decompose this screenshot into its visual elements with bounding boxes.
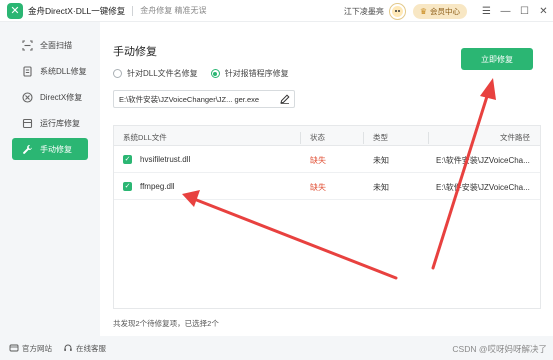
app-subtitle: 金舟修复 精准无误 (140, 6, 207, 15)
close-button[interactable]: ✕ (534, 0, 553, 22)
column-header-status: 状态 (310, 133, 325, 142)
repair-mode-radio-group: 针对DLL文件名修复 针对报错程序修复 (113, 68, 302, 79)
radio-by-error-program[interactable]: 针对报错程序修复 (210, 68, 289, 79)
radio-label: 针对报错程序修复 (224, 69, 289, 78)
dll-file-name: hvsifiletrust.dll (140, 155, 191, 164)
title-divider (132, 5, 134, 16)
program-path-field[interactable]: E:\软件安装\JZVoiceChanger\JZ... ger.exe (113, 90, 295, 108)
column-divider (300, 132, 301, 144)
username[interactable]: 江下凌墨亮 (344, 6, 384, 17)
radio-checked-icon (210, 69, 220, 78)
menu-button[interactable]: ☰ (477, 0, 496, 22)
official-website-label: 官方网站 (22, 343, 52, 353)
scan-icon (22, 39, 33, 51)
sidebar-item-runtime[interactable]: 运行库修复 (12, 112, 88, 134)
vip-center-button[interactable]: ♛ 会员中心 (412, 3, 467, 19)
app-logo-icon: ✕ (7, 2, 23, 19)
website-icon (9, 343, 19, 353)
sidebar-item-label: 全面扫描 (40, 40, 72, 50)
dll-table: 系统DLL文件 状态 类型 文件路径 ✓ hvsifiletrust.dll 缺… (113, 125, 541, 309)
sidebar-item-system-dll[interactable]: 系统DLL修复 (12, 60, 88, 82)
runtime-library-icon (22, 118, 33, 129)
page-title: 手动修复 (113, 46, 157, 58)
online-support-link[interactable]: 在线客服 (63, 343, 106, 354)
selection-summary: 共发现2个待修复项，已选择2个 (113, 319, 219, 328)
titlebar-right: 江下凌墨亮 ♛ 会员中心 ☰ — ☐ ✕ (344, 0, 553, 22)
column-header-type: 类型 (373, 133, 388, 142)
sidebar-item-label: DirectX修复 (40, 92, 83, 102)
title-bar: ✕ 金舟DirectX·DLL一键修复 金舟修复 精准无误 江下凌墨亮 ♛ 会员… (0, 0, 553, 22)
checkbox-checked-icon[interactable]: ✓ (123, 155, 132, 164)
app-title: 金舟DirectX·DLL一键修复 (28, 5, 126, 16)
vip-center-label: 会员中心 (430, 6, 460, 16)
program-path-value: E:\软件安装\JZVoiceChanger\JZ... ger.exe (119, 94, 260, 104)
status-badge: 缺失 (310, 156, 326, 165)
dll-type: 未知 (373, 183, 389, 192)
bottom-bar: 官方网站 在线客服 CSDN @哎呀妈呀解决了 (0, 336, 553, 360)
sidebar-item-label: 运行库修复 (40, 118, 80, 128)
radio-by-dll-name[interactable]: 针对DLL文件名修复 (113, 68, 198, 79)
edit-pencil-icon[interactable] (280, 94, 290, 104)
dll-file-icon (22, 65, 33, 77)
crown-icon: ♛ (419, 6, 427, 16)
table-header: 系统DLL文件 状态 类型 文件路径 (114, 126, 540, 146)
repair-now-button[interactable]: 立即修复 (461, 48, 533, 70)
avatar-face-icon (391, 5, 403, 17)
headset-icon (63, 343, 73, 353)
dll-path: E:\软件安装\JZVoiceCha... (436, 156, 530, 165)
column-header-file-path: 文件路径 (500, 133, 530, 142)
column-divider (363, 132, 364, 144)
radio-unchecked-icon (113, 69, 122, 78)
wrench-icon (22, 144, 33, 155)
table-row[interactable]: ✓ ffmpeg.dll 缺失 未知 E:\软件安装\JZVoiceCha... (114, 173, 540, 200)
sidebar: 全面扫描 系统DLL修复 DirectX修复 运行库修复 手动修复 (0, 22, 100, 336)
csdn-watermark: CSDN @哎呀妈呀解决了 (452, 344, 547, 354)
sidebar-item-label: 手动修复 (40, 144, 72, 154)
sidebar-item-full-scan[interactable]: 全面扫描 (12, 34, 88, 56)
online-support-label: 在线客服 (76, 343, 106, 353)
column-divider (428, 132, 429, 144)
radio-label: 针对DLL文件名修复 (127, 69, 198, 78)
maximize-button[interactable]: ☐ (515, 0, 534, 22)
avatar[interactable] (388, 2, 406, 20)
dll-file-name: ffmpeg.dll (140, 182, 175, 191)
sidebar-item-directx[interactable]: DirectX修复 (12, 86, 88, 108)
sidebar-item-manual-repair[interactable]: 手动修复 (12, 138, 88, 160)
directx-icon (22, 91, 33, 103)
dll-path: E:\软件安装\JZVoiceCha... (436, 183, 530, 192)
column-header-dll-file: 系统DLL文件 (123, 133, 167, 142)
checkbox-checked-icon[interactable]: ✓ (123, 182, 132, 191)
minimize-button[interactable]: — (496, 0, 515, 22)
dll-type: 未知 (373, 156, 389, 165)
main-panel: 手动修复 针对DLL文件名修复 针对报错程序修复 立即修复 E:\软件安装\JZ… (100, 22, 553, 336)
sidebar-item-label: 系统DLL修复 (40, 66, 87, 76)
status-badge: 缺失 (310, 183, 326, 192)
table-row[interactable]: ✓ hvsifiletrust.dll 缺失 未知 E:\软件安装\JZVoic… (114, 146, 540, 173)
official-website-link[interactable]: 官方网站 (9, 343, 52, 354)
